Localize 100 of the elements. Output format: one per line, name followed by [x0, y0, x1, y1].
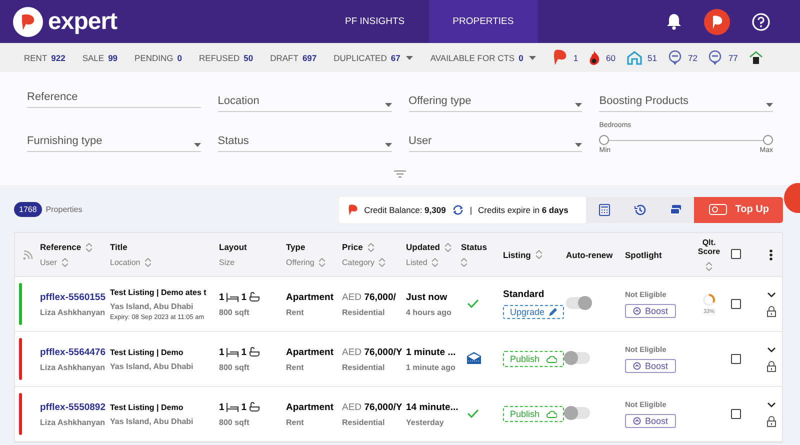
- bedrooms-count: 1: [219, 346, 224, 358]
- reference-link[interactable]: pfflex-5560155: [40, 292, 110, 302]
- upgrade-button[interactable]: Upgrade: [503, 305, 564, 319]
- sort-icon[interactable]: [62, 258, 68, 267]
- stat-label[interactable]: AVAILABLE FOR CTS: [430, 52, 515, 62]
- boost-icon: [633, 362, 641, 370]
- row-checkbox[interactable]: [731, 408, 741, 418]
- top-up-button[interactable]: Top Up: [694, 196, 783, 222]
- boost-button[interactable]: Boost: [625, 359, 676, 373]
- size-text: 800 sqft: [219, 418, 250, 426]
- properties-label: Properties: [46, 205, 82, 214]
- price-text: AED 76,000/Y: [342, 346, 404, 358]
- calculator-button[interactable]: [586, 196, 622, 222]
- dropdown-field[interactable]: Offering type: [408, 82, 582, 112]
- caret-icon: [194, 143, 201, 147]
- offering-text: Rent: [286, 308, 305, 316]
- filter-icon[interactable]: [394, 170, 406, 178]
- stat-label[interactable]: DRAFT: [270, 52, 298, 62]
- bathrooms-count: 1: [241, 346, 247, 358]
- check-icon: [467, 298, 479, 308]
- location-text: Yas Island, Abu Dhabi: [110, 416, 194, 426]
- bell-icon[interactable]: [666, 13, 682, 30]
- count-badge: 1768: [14, 202, 42, 217]
- dropdown-field[interactable]: Location: [218, 82, 392, 112]
- dropdown-field[interactable]: Status: [218, 122, 392, 152]
- auto-renew-toggle[interactable]: [566, 352, 590, 364]
- column-header: Auto-renew: [566, 250, 613, 260]
- building-icon: [748, 50, 763, 64]
- range-slider[interactable]: [599, 135, 773, 147]
- lock-icon: [766, 306, 776, 316]
- dropdown-field[interactable]: Furnishing type: [27, 122, 201, 152]
- rss-icon: [23, 250, 33, 260]
- category-text: Residential: [342, 308, 386, 316]
- sort-icon[interactable]: [432, 258, 438, 267]
- help-icon[interactable]: [752, 12, 770, 30]
- user-name: Liza Ashkhanyan: [40, 308, 106, 316]
- updated-text: Just now: [406, 292, 448, 302]
- row-checkbox[interactable]: [731, 298, 741, 308]
- reference-link[interactable]: pfflex-5564476: [40, 346, 110, 358]
- badge-icon: [708, 50, 722, 65]
- stat-label[interactable]: RENT: [24, 52, 48, 62]
- refresh-icon[interactable]: [452, 204, 464, 214]
- auto-renew-toggle[interactable]: [566, 297, 590, 309]
- stat-count: 72: [688, 52, 698, 62]
- chevron-down-icon[interactable]: [766, 346, 776, 352]
- caret-icon: [384, 143, 392, 147]
- calculator-icon: [598, 204, 610, 216]
- sort-icon[interactable]: [368, 242, 374, 252]
- sort-icon[interactable]: [461, 258, 467, 267]
- boost-button[interactable]: Boost: [625, 304, 676, 318]
- category-text: Residential: [342, 362, 386, 372]
- avatar[interactable]: [704, 8, 730, 34]
- location-text: Yas Island, Abu Dhabi: [110, 302, 194, 310]
- dropdown-field[interactable]: User: [408, 122, 582, 152]
- sort-icon[interactable]: [319, 258, 326, 267]
- listed-text: 1 minute ago: [406, 362, 456, 372]
- chevron-down-icon[interactable]: [766, 292, 776, 298]
- sort-icon[interactable]: [706, 262, 712, 272]
- sort-icon[interactable]: [445, 242, 451, 252]
- auto-renew-toggle[interactable]: [566, 407, 590, 419]
- listed-text: Yesterday: [406, 418, 445, 426]
- sort-icon[interactable]: [86, 242, 92, 252]
- stat-label[interactable]: DUPLICATED: [334, 52, 387, 62]
- column-subheader: Category: [342, 258, 374, 267]
- reference-field[interactable]: Reference: [27, 91, 201, 108]
- lock-icon: [766, 416, 776, 426]
- reference-link[interactable]: pfflex-5550892: [40, 402, 110, 412]
- sort-icon[interactable]: [145, 258, 152, 267]
- column-header: Spotlight: [625, 250, 662, 260]
- lock-icon: [766, 360, 776, 372]
- chevron-down-icon[interactable]: [766, 402, 776, 408]
- nav-tab[interactable]: PF INSIGHTS: [321, 0, 429, 43]
- more-icon[interactable]: [769, 248, 773, 260]
- select-all-checkbox[interactable]: [731, 249, 741, 259]
- offering-text: Rent: [286, 362, 305, 372]
- row-checkbox[interactable]: [731, 354, 741, 364]
- logo-icon[interactable]: [13, 6, 43, 36]
- envelope-icon: [467, 352, 481, 364]
- credits-button[interactable]: [658, 196, 694, 222]
- column-header: Qlt. Score: [696, 238, 722, 256]
- column-subheader: Size: [219, 258, 235, 267]
- updated-text: 1 minute ...: [406, 346, 457, 358]
- sort-icon[interactable]: [379, 258, 386, 267]
- nav-tab[interactable]: PROPERTIES: [428, 0, 538, 43]
- stat-count: 50: [244, 52, 254, 62]
- check-icon: [467, 408, 479, 418]
- caret-icon: [529, 56, 536, 60]
- listing-title: Test Listing | Demo: [110, 348, 184, 356]
- sort-icon[interactable]: [536, 250, 542, 259]
- stat-label[interactable]: SALE: [82, 52, 104, 62]
- bathrooms-count: 1: [241, 292, 247, 302]
- column-header: Price: [342, 242, 363, 252]
- stat-label[interactable]: PENDING: [134, 52, 174, 62]
- column-subheader: Location: [110, 258, 140, 267]
- logo-text[interactable]: expert: [48, 8, 118, 36]
- caret-icon: [575, 143, 582, 147]
- listing-level: Standard: [503, 289, 546, 300]
- boost-button[interactable]: Boost: [625, 414, 676, 428]
- stat-label[interactable]: REFUSED: [199, 52, 240, 62]
- dropdown-field[interactable]: Boosting Products: [599, 82, 773, 112]
